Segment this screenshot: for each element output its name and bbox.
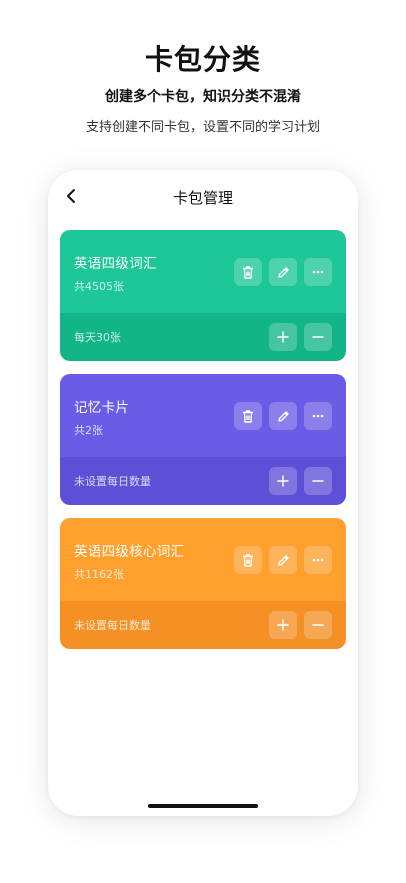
edit-button[interactable] <box>269 258 297 286</box>
more-button[interactable] <box>304 402 332 430</box>
increase-button[interactable] <box>269 611 297 639</box>
phone-screen: 卡包管理 英语四级词汇 共4505张 每天30张 记忆卡片 共2张 未设置每日数… <box>48 170 358 816</box>
card-header: 记忆卡片 共2张 <box>60 374 346 457</box>
card-name: 记忆卡片 <box>74 400 130 416</box>
plus-icon <box>277 475 289 487</box>
trash-icon <box>242 409 254 423</box>
decrease-button[interactable] <box>304 467 332 495</box>
trash-icon <box>242 265 254 279</box>
more-dots-icon <box>312 558 324 562</box>
more-button[interactable] <box>304 258 332 286</box>
card-name: 英语四级核心词汇 <box>74 544 185 560</box>
card-footer: 未设置每日数量 <box>60 601 346 649</box>
card-name: 英语四级词汇 <box>74 256 157 272</box>
decrease-button[interactable] <box>304 323 332 351</box>
increase-button[interactable] <box>269 467 297 495</box>
pencil-icon <box>277 554 290 567</box>
card-pack[interactable]: 记忆卡片 共2张 未设置每日数量 <box>60 374 346 505</box>
card-count: 共1162张 <box>74 568 124 581</box>
minus-icon <box>312 475 324 487</box>
card-daily-plan: 未设置每日数量 <box>74 619 151 632</box>
delete-button[interactable] <box>234 402 262 430</box>
card-header: 英语四级核心词汇 共1162张 <box>60 518 346 601</box>
plus-icon <box>277 331 289 343</box>
edit-button[interactable] <box>269 546 297 574</box>
navbar: 卡包管理 <box>48 182 358 214</box>
promo-description: 支持创建不同卡包，设置不同的学习计划 <box>85 120 320 135</box>
home-indicator <box>148 804 258 808</box>
delete-button[interactable] <box>234 258 262 286</box>
promo-headline: 卡包分类 <box>144 43 261 76</box>
decrease-button[interactable] <box>304 611 332 639</box>
card-daily-plan: 未设置每日数量 <box>74 475 151 488</box>
card-count: 共2张 <box>74 424 103 437</box>
minus-icon <box>312 331 324 343</box>
card-footer: 每天30张 <box>60 313 346 361</box>
increase-button[interactable] <box>269 323 297 351</box>
card-pack[interactable]: 英语四级词汇 共4505张 每天30张 <box>60 230 346 361</box>
more-button[interactable] <box>304 546 332 574</box>
minus-icon <box>312 619 324 631</box>
card-daily-plan: 每天30张 <box>74 331 121 344</box>
delete-button[interactable] <box>234 546 262 574</box>
trash-icon <box>242 553 254 567</box>
edit-button[interactable] <box>269 402 297 430</box>
plus-icon <box>277 619 289 631</box>
pencil-icon <box>277 410 290 423</box>
card-footer: 未设置每日数量 <box>60 457 346 505</box>
card-header: 英语四级词汇 共4505张 <box>60 230 346 313</box>
more-dots-icon <box>312 270 324 274</box>
more-dots-icon <box>312 414 324 418</box>
page-title: 卡包管理 <box>172 189 233 207</box>
card-count: 共4505张 <box>74 280 124 293</box>
pencil-icon <box>277 266 290 279</box>
card-pack[interactable]: 英语四级核心词汇 共1162张 未设置每日数量 <box>60 518 346 649</box>
promo-subheadline: 创建多个卡包，知识分类不混淆 <box>105 89 301 105</box>
